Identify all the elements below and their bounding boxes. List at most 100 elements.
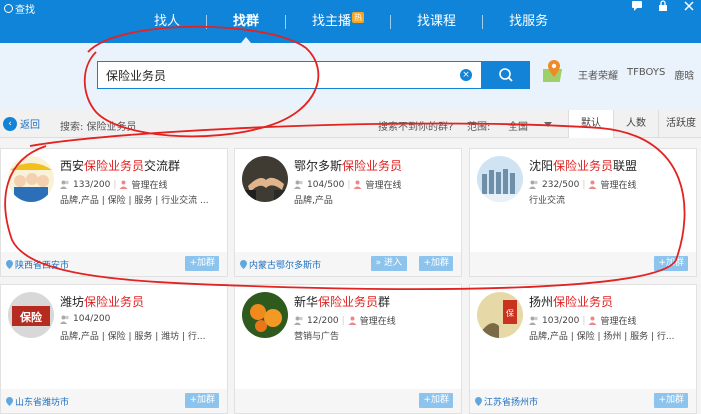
group-card[interactable]: 西安保险业务员交流群 133/200 | 管理在线 品牌,产品 | 保险 | 服… bbox=[0, 148, 228, 277]
member-count: 104/200 bbox=[73, 314, 111, 324]
nav-find-groups[interactable]: 找群 bbox=[207, 0, 285, 43]
join-group-button[interactable]: +加群 bbox=[654, 393, 688, 408]
group-card[interactable]: 保 扬州保险业务员 103/200 | 管理在线 品牌,产品 | 保险 | 扬州… bbox=[469, 284, 697, 414]
group-avatar bbox=[8, 156, 54, 202]
group-meta: 103/200 | 管理在线 bbox=[529, 314, 636, 327]
group-name[interactable]: 扬州保险业务员 bbox=[529, 293, 613, 310]
group-name[interactable]: 鄂尔多斯保险业务员 bbox=[294, 157, 402, 174]
nav-label: 找服务 bbox=[509, 14, 549, 29]
group-name[interactable]: 新华保险业务员群 bbox=[294, 293, 390, 310]
back-arrow-icon: ‹ bbox=[3, 116, 17, 131]
join-group-button[interactable]: +加群 bbox=[419, 393, 453, 408]
group-meta: 232/500 | 管理在线 bbox=[529, 178, 636, 191]
range-select[interactable]: 全国 bbox=[506, 116, 558, 133]
location-icon bbox=[475, 397, 482, 406]
name-part: 扬州 bbox=[529, 295, 554, 309]
group-card[interactable]: 鄂尔多斯保险业务员 104/500 | 管理在线 品牌,产品 内蒙古鄂尔多斯市 … bbox=[234, 148, 462, 277]
name-part: 潍坊 bbox=[60, 295, 85, 309]
hot-link[interactable]: TFBOYS bbox=[627, 67, 665, 82]
group-meta: 104/200 bbox=[60, 314, 110, 324]
dropdown-icon bbox=[544, 122, 552, 127]
hot-badge: 热 bbox=[352, 12, 365, 23]
cant-find-link[interactable]: 搜索不到你的群? bbox=[378, 118, 453, 133]
join-group-button[interactable]: +加群 bbox=[185, 393, 219, 408]
group-results: 西安保险业务员交流群 133/200 | 管理在线 品牌,产品 | 保险 | 服… bbox=[0, 138, 701, 414]
nav-find-people[interactable]: 找人 bbox=[128, 0, 206, 43]
back-button[interactable]: ‹ 返回 bbox=[3, 116, 40, 131]
manager-status: 管理在线 bbox=[600, 317, 637, 327]
group-name[interactable]: 潍坊保险业务员 bbox=[60, 293, 144, 310]
name-part: 西安 bbox=[60, 159, 85, 173]
range-value: 全国 bbox=[508, 122, 528, 133]
manager-icon bbox=[588, 180, 597, 189]
name-highlight: 保险业务员 bbox=[84, 295, 145, 309]
name-highlight: 保险业务员 bbox=[342, 159, 403, 173]
group-name[interactable]: 西安保险业务员交流群 bbox=[60, 157, 180, 174]
group-card[interactable]: 沈阳保险业务员联盟 232/500 | 管理在线 行业交流 +加群 bbox=[469, 148, 697, 277]
member-count: 232/500 bbox=[542, 179, 580, 190]
logo-icon bbox=[4, 4, 13, 13]
name-highlight: 保险业务员 bbox=[84, 159, 145, 173]
name-part: 沈阳 bbox=[529, 159, 554, 173]
group-location: 山东省潍坊市 bbox=[6, 395, 69, 408]
group-meta: 133/200 | 管理在线 bbox=[60, 178, 167, 191]
group-location: 江苏省扬州市 bbox=[475, 395, 538, 408]
clear-icon[interactable]: × bbox=[460, 69, 472, 81]
member-count: 133/200 bbox=[73, 179, 111, 190]
close-icon[interactable] bbox=[683, 0, 695, 12]
group-location: 内蒙古鄂尔多斯市 bbox=[240, 258, 321, 271]
member-count: 103/200 bbox=[542, 315, 580, 326]
nav-label: 找主播 bbox=[312, 14, 352, 29]
join-group-button[interactable]: +加群 bbox=[419, 256, 453, 271]
app-title: 查找 bbox=[4, 1, 35, 16]
header-bar: 查找 找人 找群 找主播热 找课程 找服务 bbox=[0, 0, 701, 43]
svg-text:保: 保 bbox=[506, 308, 514, 318]
group-tags: 行业交流 bbox=[529, 196, 566, 206]
lock-icon[interactable] bbox=[657, 0, 669, 12]
feedback-icon[interactable] bbox=[631, 0, 643, 12]
filter-bar: ‹ 返回 搜索: 保险业务员 搜索不到你的群? 范围: 全国 默认 人数 活跃度 bbox=[0, 110, 701, 138]
divider: | bbox=[582, 315, 586, 326]
sort-tabs: 默认 人数 活跃度 bbox=[568, 110, 701, 138]
name-part: 新华 bbox=[294, 295, 319, 309]
group-avatar: 保 bbox=[477, 292, 523, 338]
divider: | bbox=[582, 179, 586, 190]
members-icon bbox=[294, 316, 303, 325]
manager-icon bbox=[353, 180, 362, 189]
group-tags: 品牌,产品 | 保险 | 服务 | 行业交流 ... bbox=[60, 196, 209, 206]
group-meta: 12/200 | 管理在线 bbox=[294, 314, 396, 327]
join-group-button[interactable]: +加群 bbox=[185, 256, 219, 271]
sort-tab-activity[interactable]: 活跃度 bbox=[658, 110, 701, 138]
nav-find-courses[interactable]: 找课程 bbox=[391, 0, 482, 43]
nav-find-services[interactable]: 找服务 bbox=[483, 0, 574, 43]
manager-icon bbox=[348, 316, 357, 325]
name-part: 交流群 bbox=[144, 159, 181, 173]
members-icon bbox=[294, 180, 303, 189]
manager-status: 管理在线 bbox=[131, 181, 168, 191]
search-button[interactable] bbox=[482, 61, 530, 89]
sort-tab-members[interactable]: 人数 bbox=[613, 110, 658, 138]
divider: | bbox=[347, 179, 351, 190]
card-footer: 山东省潍坊市 +加群 bbox=[1, 389, 227, 413]
nav-find-hosts[interactable]: 找主播热 bbox=[286, 0, 390, 43]
members-icon bbox=[60, 180, 69, 189]
map-pin-icon[interactable] bbox=[543, 58, 565, 84]
join-group-button[interactable]: +加群 bbox=[654, 256, 688, 271]
nav-label: 找人 bbox=[154, 14, 181, 29]
search-summary: 搜索: 保险业务员 bbox=[60, 122, 137, 133]
hot-link[interactable]: 王者荣耀 bbox=[578, 67, 618, 82]
group-tags: 品牌,产品 | 保险 | 扬州 | 服务 | 行... bbox=[529, 332, 675, 342]
hot-link[interactable]: 鹿晗 bbox=[674, 67, 694, 82]
members-icon bbox=[529, 180, 538, 189]
enter-group-button[interactable]: » 进入 bbox=[370, 256, 407, 271]
group-card[interactable]: 保险 潍坊保险业务员 104/200 品牌,产品 | 保险 | 服务 | 潍坊 … bbox=[0, 284, 228, 414]
sort-tab-default[interactable]: 默认 bbox=[568, 110, 613, 138]
search-input[interactable] bbox=[106, 62, 446, 88]
group-name[interactable]: 沈阳保险业务员联盟 bbox=[529, 157, 637, 174]
group-card[interactable]: 新华保险业务员群 12/200 | 管理在线 营销与广告 +加群 bbox=[234, 284, 462, 414]
members-icon bbox=[529, 316, 538, 325]
group-avatar: 保险 bbox=[8, 292, 54, 338]
card-footer: +加群 bbox=[470, 252, 696, 276]
member-count: 12/200 bbox=[307, 315, 339, 326]
app-title-text: 查找 bbox=[15, 5, 35, 16]
